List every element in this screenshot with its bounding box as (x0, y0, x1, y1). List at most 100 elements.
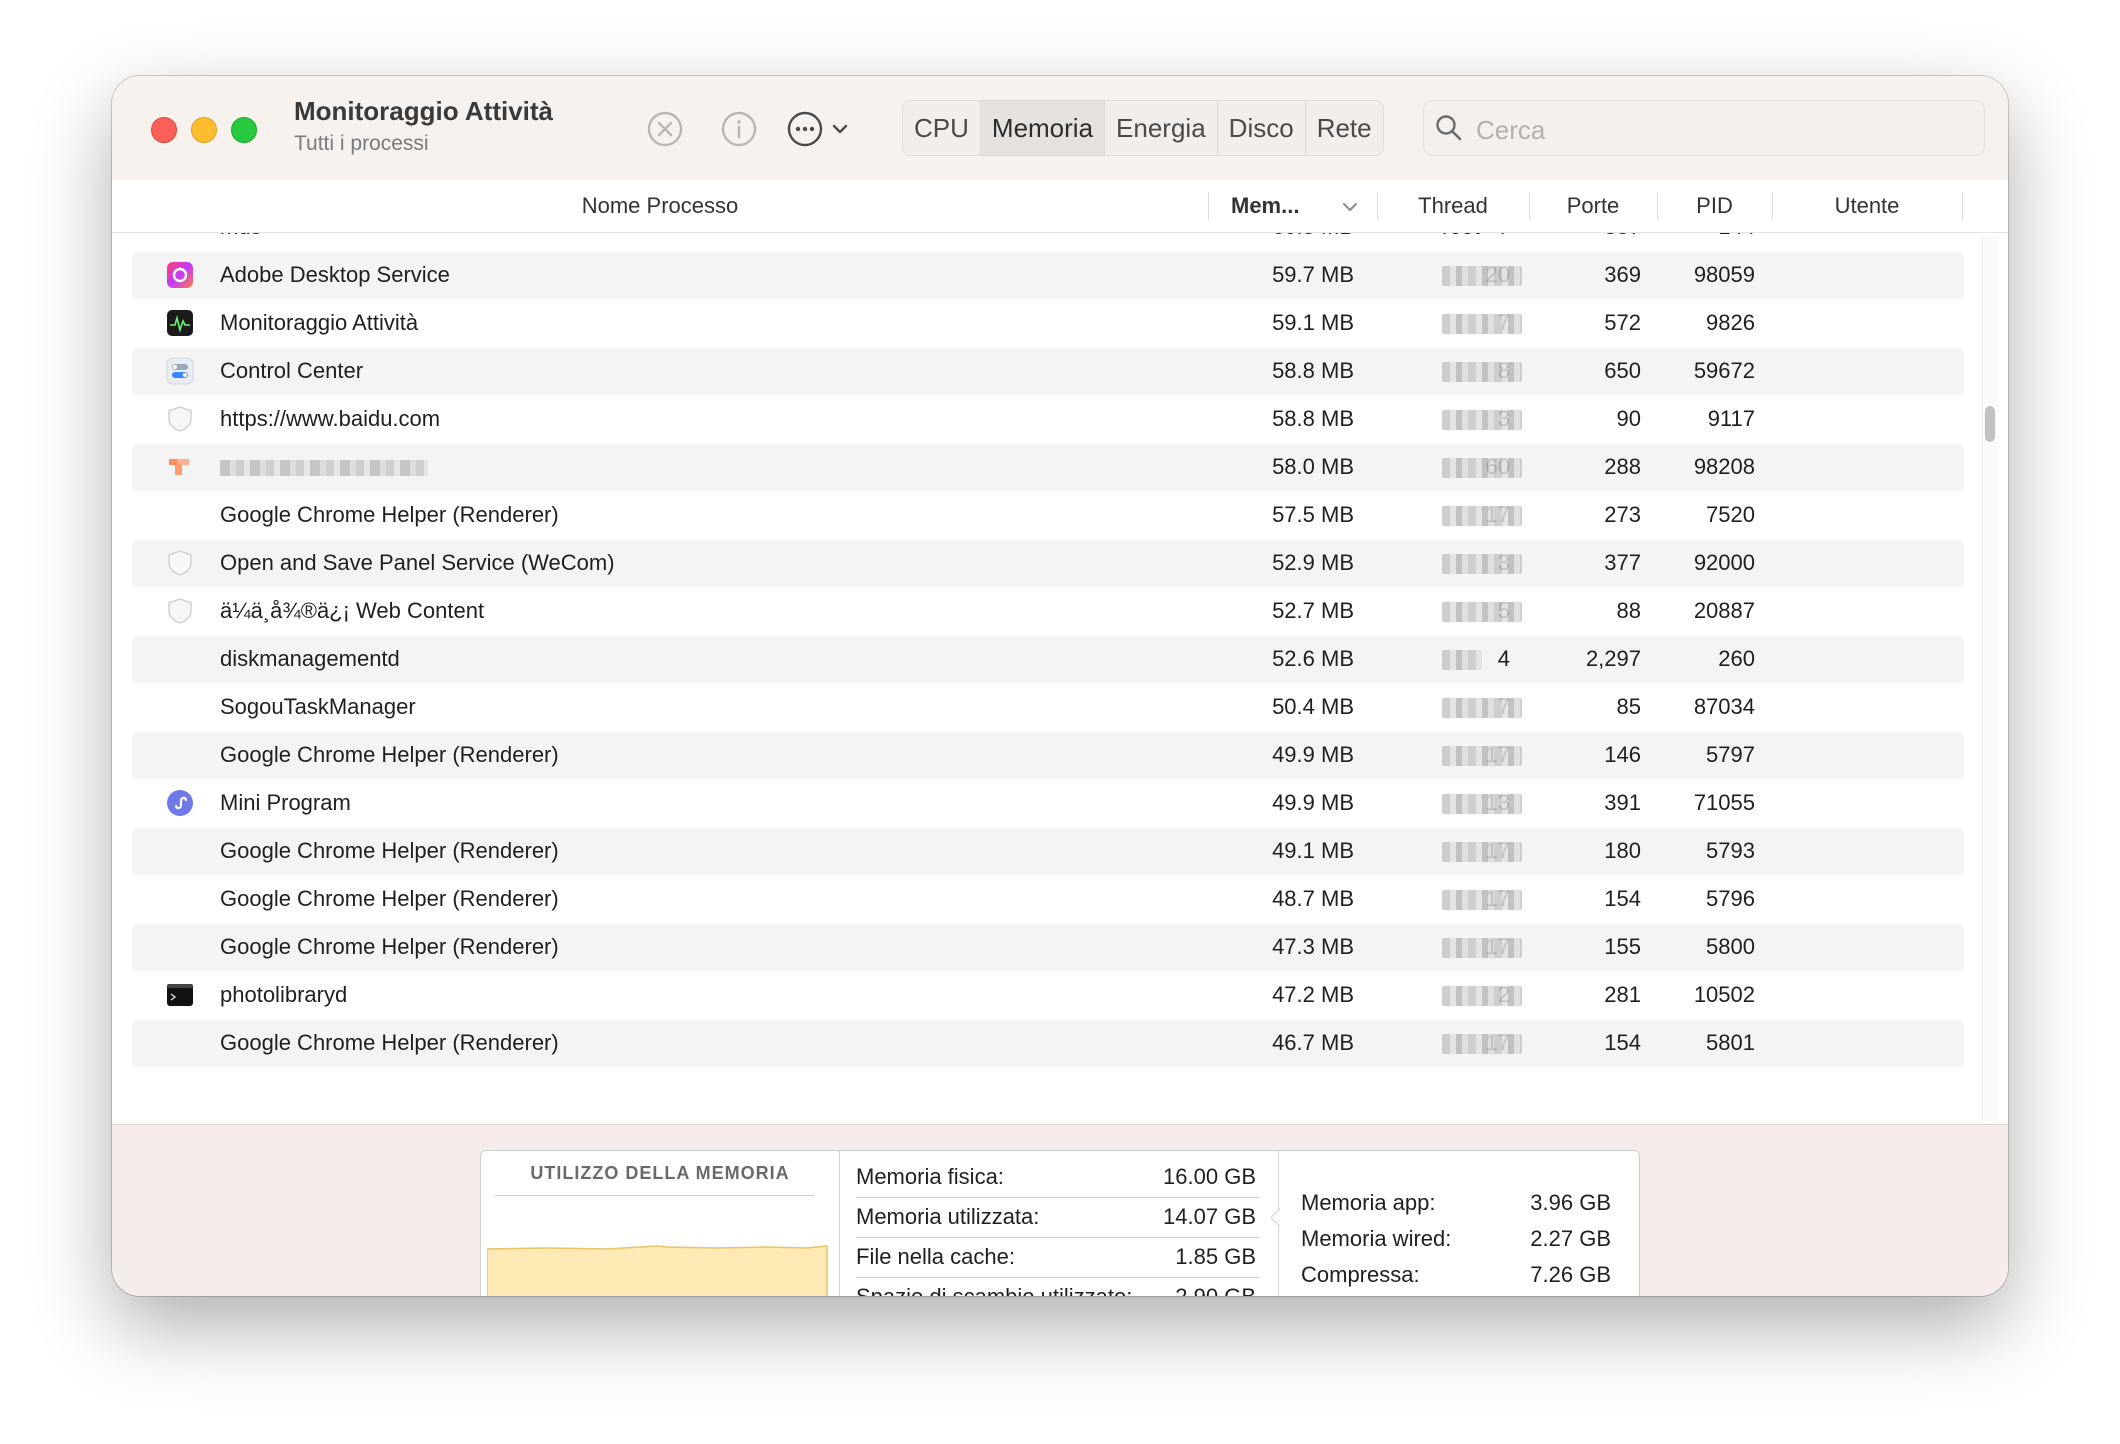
redacted-user (1442, 746, 1522, 767)
column-user[interactable]: Utente (1772, 180, 1962, 232)
process-name: Google Chrome Helper (Renderer) (220, 838, 559, 863)
process-name (220, 443, 428, 491)
column-memory[interactable]: Mem... (1231, 180, 1299, 232)
table-row[interactable]: Google Chrome Helper (Renderer)57.5 MB17… (132, 491, 1964, 539)
ports-value: 273 (1604, 502, 1641, 527)
table-row[interactable]: https://www.baidu.com58.8 MB3909117 (132, 395, 1964, 443)
table-row[interactable]: Google Chrome Helper (Renderer)49.1 MB17… (132, 827, 1964, 875)
pid-value: 59672 (1693, 358, 1755, 383)
table-row[interactable]: mds 60.5 MB 7 837 144 root (132, 233, 1964, 251)
more-actions-button[interactable] (776, 108, 858, 150)
used-memory-row: Memoria utilizzata: 14.07 GB (856, 1197, 1260, 1238)
table-row[interactable]: Adobe Desktop Service59.7 MB2036998059 (132, 251, 1964, 299)
column-ports[interactable]: Porte (1529, 180, 1657, 232)
memory-stats: Memoria fisica: 16.00 GB Memoria utilizz… (840, 1151, 1279, 1296)
user-value (1442, 395, 1522, 443)
chevron-down-icon (832, 123, 848, 135)
memory-value: 58.0 MB (1272, 454, 1354, 479)
wired-memory-row: Memoria wired: 2.27 GB (1301, 1221, 1611, 1257)
stop-process-button[interactable] (644, 108, 686, 150)
process-name: Google Chrome Helper (Renderer) (220, 934, 559, 959)
column-pid[interactable]: PID (1657, 180, 1772, 232)
tab-disk[interactable]: Disco (1218, 101, 1306, 155)
redacted-process-name (220, 460, 428, 477)
column-threads[interactable]: Thread (1377, 180, 1529, 232)
used-memory-label: Memoria utilizzata: (856, 1204, 1040, 1229)
ports-value: 154 (1604, 886, 1641, 911)
table-row[interactable]: Mini Program49.9 MB1339171055 (132, 779, 1964, 827)
scrollbar-thumb[interactable] (1985, 406, 1995, 442)
table-row[interactable]: Monitoraggio Attività59.1 MB75729826 (132, 299, 1964, 347)
memory-value: 58.8 MB (1272, 406, 1354, 431)
redacted-user (1442, 554, 1522, 575)
tab-energy[interactable]: Energia (1105, 101, 1218, 155)
memory-value: 49.9 MB (1272, 790, 1354, 815)
threads-value: 4 (1497, 646, 1510, 671)
redacted-user (1442, 1034, 1522, 1055)
shield-icon (166, 549, 194, 577)
redacted-user (1442, 410, 1522, 431)
process-name: Monitoraggio Attività (220, 310, 419, 335)
table-row[interactable]: Google Chrome Helper (Renderer)49.9 MB17… (132, 731, 1964, 779)
shield-icon (166, 597, 194, 625)
pid-value: 10502 (1693, 982, 1755, 1007)
compressed-memory-label: Compressa: (1301, 1262, 1420, 1287)
process-name: Google Chrome Helper (Renderer) (220, 1030, 559, 1055)
redacted-user (1442, 890, 1522, 911)
pid-value: 98208 (1693, 454, 1755, 479)
column-name[interactable]: Nome Processo (112, 180, 1208, 232)
process-name: mds (220, 233, 262, 251)
window-subtitle: Tutti i processi (294, 132, 429, 155)
stop-process-icon (646, 110, 684, 148)
zoom-window-button[interactable] (231, 117, 257, 143)
memory-pressure-graph: UTILIZZO DELLA MEMORIA (481, 1151, 840, 1296)
memory-value: 48.7 MB (1272, 886, 1354, 911)
memory-value: 59.7 MB (1272, 262, 1354, 287)
vertical-scrollbar[interactable] (1982, 236, 1997, 1121)
memory-breakdown: Memoria app: 3.96 GB Memoria wired: 2.27… (1279, 1151, 1637, 1296)
close-window-button[interactable] (151, 117, 177, 143)
ports-value: 2,297 (1585, 646, 1641, 671)
table-row[interactable]: ä¼ä¸å¾®ä¿¡ Web Content52.7 MB58820887 (132, 587, 1964, 635)
table-row[interactable]: Google Chrome Helper (Renderer)47.3 MB17… (132, 923, 1964, 971)
physical-memory-value: 16.00 GB (1163, 1164, 1256, 1189)
table-row[interactable]: photolibraryd47.2 MB228110502 (132, 971, 1964, 1019)
ports-value: 377 (1604, 550, 1641, 575)
table-row[interactable]: Open and Save Panel Service (WeCom) 52.9 … (132, 539, 1964, 587)
table-row[interactable]: 58.0 MB6028898208 (132, 443, 1964, 491)
user-value: root (1442, 233, 1480, 251)
user-value (1442, 539, 1522, 587)
memory-summary-panel: UTILIZZO DELLA MEMORIA Memoria fisica: 1… (480, 1150, 1640, 1296)
inspect-process-button[interactable] (718, 108, 760, 150)
window-title: Monitoraggio Attività (294, 96, 554, 126)
ports-value: 650 (1604, 358, 1641, 383)
minimize-window-button[interactable] (191, 117, 217, 143)
pid-value: 144 (1718, 233, 1755, 251)
pid-value: 92000 (1693, 550, 1755, 575)
tab-cpu[interactable]: CPU (903, 101, 981, 155)
process-name: Mini Program (220, 790, 351, 815)
column-header: Nome Processo Mem... Thread Porte PID Ut… (112, 180, 2008, 233)
tab-memory[interactable]: Memoria (980, 101, 1106, 155)
table-row[interactable]: Google Chrome Helper (Renderer)46.7 MB17… (132, 1019, 1964, 1067)
table-row[interactable]: SogouTaskManager50.4 MB78587034 (132, 683, 1964, 731)
pid-value: 5800 (1706, 934, 1755, 959)
sort-chevron-icon[interactable] (1342, 200, 1358, 218)
swap-used-value: 2.90 GB (1175, 1277, 1256, 1296)
memory-value: 50.4 MB (1272, 694, 1354, 719)
pid-value: 98059 (1693, 262, 1755, 287)
user-value (1442, 827, 1522, 875)
tab-network[interactable]: Rete (1306, 101, 1383, 155)
table-row[interactable]: diskmanagementd 52.6 MB 4 2,297 260 (132, 635, 1964, 683)
redacted-user (1442, 698, 1522, 719)
user-value (1442, 1019, 1522, 1067)
user-value (1442, 923, 1522, 971)
pid-value: 260 (1718, 646, 1755, 671)
table-row[interactable]: Control Center58.8 MB865059672 (132, 347, 1964, 395)
table-row[interactable]: Google Chrome Helper (Renderer)48.7 MB17… (132, 875, 1964, 923)
user-value (1442, 635, 1482, 683)
memory-pressure-chart (487, 1245, 828, 1296)
search-field[interactable]: Cerca (1423, 100, 1985, 156)
memory-value: 58.8 MB (1272, 358, 1354, 383)
memory-summary-area: UTILIZZO DELLA MEMORIA Memoria fisica: 1… (112, 1124, 2008, 1296)
